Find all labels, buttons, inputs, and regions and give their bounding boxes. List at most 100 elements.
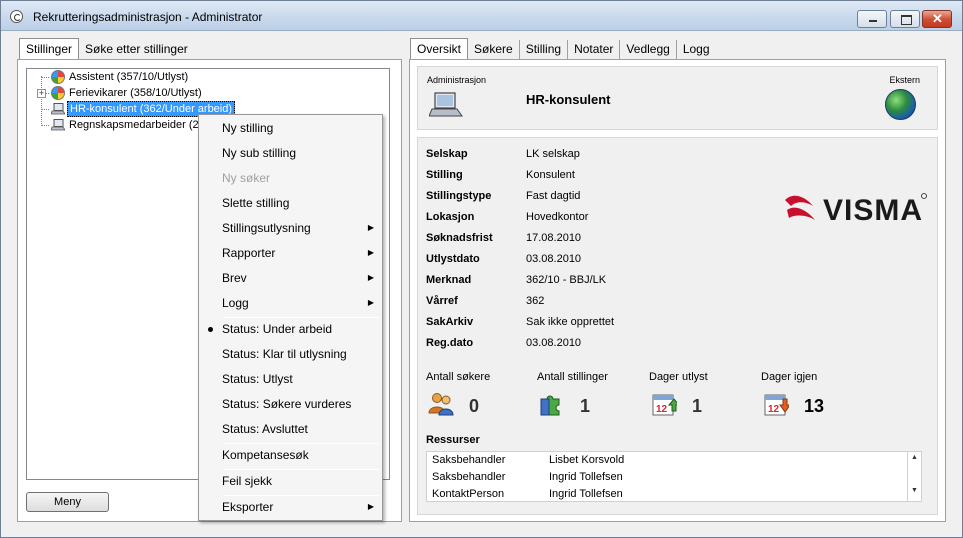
detail-key: Søknadsfrist [426,232,493,244]
menu-item-feil-sjekk[interactable]: Feil sjekk [201,470,380,492]
submenu-arrow-icon: ▶ [367,223,374,232]
tree-connector [41,77,49,78]
tree-item-label: Ferievikarer (358/10/Utlyst) [69,87,202,99]
people-icon [428,393,454,416]
menu-item-label: Brev [222,271,247,285]
list-item[interactable]: Saksbehandler Lisbet Korsvold [427,452,907,469]
stat-value: 1 [692,396,703,416]
menu-item-label: Ny søker [222,171,270,185]
menu-item-status-sokere-vurderes[interactable]: Status: Søkere vurderes [201,393,380,415]
menu-item-label: Status: Utlyst [222,372,293,386]
menu-item-label: Ny sub stilling [222,146,297,160]
maximize-button[interactable] [890,10,920,28]
calendar-down-icon: 12 [764,394,789,416]
ressurser-list[interactable]: Saksbehandler Lisbet Korsvold Saksbehandl… [426,451,908,502]
resource-name: Lisbet Korsvold [549,454,625,466]
submenu-arrow-icon: ▶ [367,273,374,282]
tree-connector [41,76,42,124]
scroll-up-icon[interactable]: ▲ [908,454,921,461]
resource-name: Ingrid Tollefsen [549,488,623,500]
ressurser-scrollbar[interactable]: ▲ ▼ [908,451,922,502]
menu-item-label: Status: Søkere vurderes [222,397,352,411]
tab-stillinger[interactable]: Stillinger [19,38,80,60]
expand-icon[interactable]: + [37,89,46,98]
menu-item-ny-sub-stilling[interactable]: Ny sub stilling [201,142,380,164]
resource-role: Saksbehandler [432,454,506,466]
menu-item-label: Logg [222,296,249,310]
detail-key: Stilling [426,169,463,181]
title-bar[interactable]: Rekrutteringsadministrasjon - Administra… [1,1,962,31]
puzzle-icon [540,395,560,416]
meny-button[interactable]: Meny [26,492,109,512]
menu-item-brev[interactable]: Brev ▶ [201,267,380,289]
stat-label: Antall søkere [426,371,491,383]
detail-key: SakArkiv [426,316,474,328]
menu-item-label: Eksporter [222,500,274,514]
left-tab-strip: Stillinger Søke etter stillinger [19,38,194,60]
position-details: Selskap LK selskap Stilling Konsulent Stil… [417,137,938,515]
detail-value: Fast dagtid [526,190,581,202]
minimize-button[interactable] [857,10,887,28]
detail-value: 362/10 - BBJ/LK [526,274,607,286]
laptop-icon [429,92,463,117]
menu-item-status-utlyst[interactable]: Status: Utlyst [201,368,380,390]
context-menu: Ny stilling Ny sub stilling Ny søker Sle… [198,114,383,521]
window-title: Rekrutteringsadministrasjon - Administra… [33,10,263,24]
category-label: Administrasjon [427,75,487,85]
menu-item-kompetansesok[interactable]: Kompetansesøk [201,444,380,466]
tab-sokere[interactable]: Søkere [468,40,520,60]
submenu-arrow-icon: ▶ [367,502,374,511]
svg-text:12: 12 [768,404,780,415]
tree-connector [41,125,49,126]
ressurser-label: Ressurser [426,434,480,446]
detail-value: LK selskap [526,148,580,160]
menu-item-label: Stillingsutlysning [222,221,311,235]
scroll-down-icon[interactable]: ▼ [908,487,921,494]
menu-item-ny-soker: Ny søker [201,167,380,189]
menu-item-slette-stilling[interactable]: Slette stilling [201,192,380,214]
detail-key: Utlystdato [426,253,480,265]
menu-item-ny-stilling[interactable]: Ny stilling [201,117,380,139]
stat-label: Dager igjen [761,371,818,383]
menu-item-logg[interactable]: Logg ▶ [201,292,380,314]
menu-item-label: Rapporter [222,246,276,260]
menu-item-eksporter[interactable]: Eksporter ▶ [201,496,380,518]
menu-item-label: Feil sjekk [222,474,273,488]
visma-logo-text: VISMA [823,194,923,224]
detail-value: 362 [526,295,545,307]
menu-item-rapporter[interactable]: Rapporter ▶ [201,242,380,264]
menu-item-label: Status: Under arbeid [222,322,333,336]
tab-oversikt[interactable]: Oversikt [410,38,469,60]
resource-role: Saksbehandler [432,471,506,483]
menu-item-status-avsluttet[interactable]: Status: Avsluttet [201,418,380,440]
tree-item-label: Regnskapsmedarbeider (26 [69,119,205,131]
list-item[interactable]: Saksbehandler Ingrid Tollefsen [427,469,907,486]
calendar-up-icon: 12 [652,394,677,416]
menu-item-label: Status: Avsluttet [222,422,308,436]
tab-soke-etter-stillinger[interactable]: Søke etter stillinger [79,40,194,60]
globe-icon[interactable] [885,89,916,120]
list-item[interactable]: KontaktPerson Ingrid Tollefsen [427,486,907,501]
laptop-icon [51,119,65,131]
stat-label: Dager utlyst [649,371,708,383]
menu-item-status-under-arbeid[interactable]: Status: Under arbeid [201,318,380,340]
tab-stilling[interactable]: Stilling [520,40,569,60]
tab-vedlegg[interactable]: Vedlegg [620,40,677,60]
menu-item-status-klar-til-utlysning[interactable]: Status: Klar til utlysning [201,343,380,365]
stat-value: 1 [580,396,591,416]
close-button[interactable] [922,10,952,28]
detail-value: 03.08.2010 [526,253,582,265]
overview-panel: Administrasjon HR-konsulent Ekstern Sels… [409,59,946,522]
pie-chart-icon [51,70,65,84]
menu-item-stillingsutlysning[interactable]: Stillingsutlysning ▶ [201,217,380,239]
tab-logg[interactable]: Logg [677,40,716,60]
detail-value: 17.08.2010 [526,232,582,244]
visma-logo: VISMA [785,193,927,224]
detail-value: Sak ikke opprettet [526,316,615,328]
tab-notater[interactable]: Notater [568,40,621,60]
menu-item-label: Kompetansesøk [222,448,309,462]
detail-value: Konsulent [526,169,575,181]
detail-key: Stillingstype [426,190,492,202]
position-header: Administrasjon HR-konsulent Ekstern [417,66,938,130]
detail-value: 03.08.2010 [526,337,582,349]
